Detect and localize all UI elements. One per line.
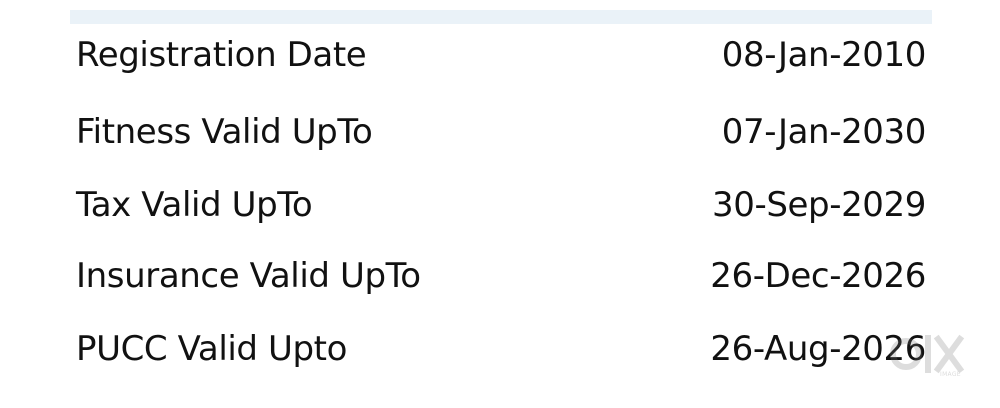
insurance-valid-upto-label: Insurance Valid UpTo — [76, 256, 421, 296]
vehicle-details-list: Registration Date 08-Jan-2010 Fitness Va… — [0, 0, 1000, 408]
olx-watermark: IMAGE — [886, 327, 972, 383]
insurance-valid-upto-row: Insurance Valid UpTo 26-Dec-2026 — [76, 252, 926, 300]
tax-valid-upto-value: 30-Sep-2029 — [711, 185, 926, 225]
fitness-valid-upto-row: Fitness Valid UpTo 07-Jan-2030 — [76, 108, 926, 156]
tax-valid-upto-label: Tax Valid UpTo — [76, 185, 313, 225]
registration-date-label: Registration Date — [76, 35, 367, 75]
registration-date-row: Registration Date 08-Jan-2010 — [76, 31, 926, 79]
registration-date-value: 08-Jan-2010 — [721, 35, 927, 75]
insurance-valid-upto-value: 26-Dec-2026 — [710, 256, 926, 296]
fitness-valid-upto-value: 07-Jan-2030 — [721, 112, 927, 152]
fitness-valid-upto-label: Fitness Valid UpTo — [76, 112, 373, 152]
pucc-valid-upto-row: PUCC Valid Upto 26-Aug-2026 — [76, 325, 926, 373]
watermark-caption: IMAGE — [940, 371, 961, 378]
tax-valid-upto-row: Tax Valid UpTo 30-Sep-2029 — [76, 181, 926, 229]
pucc-valid-upto-label: PUCC Valid Upto — [76, 329, 348, 369]
